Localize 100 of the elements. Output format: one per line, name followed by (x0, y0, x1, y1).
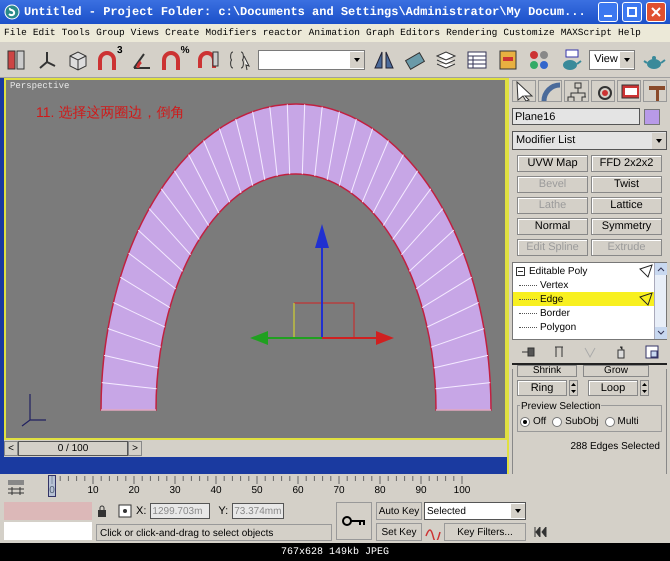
timeline-tick-label: 80 (374, 485, 386, 497)
scroll-up-icon[interactable] (655, 263, 667, 275)
close-icon (651, 7, 661, 17)
dropdown-value: View (594, 52, 618, 68)
time-slider-thumb[interactable]: 0 / 100 (18, 441, 128, 456)
timeline-tick-label: 50 (251, 485, 263, 497)
key-filters-button[interactable]: Key Filters... (444, 523, 526, 541)
modifier-button[interactable]: Twist (591, 176, 662, 193)
set-key-mode-button[interactable] (336, 502, 372, 540)
command-panel-tab[interactable] (512, 80, 536, 102)
lock-icon[interactable] (96, 504, 108, 518)
time-slider-next-button[interactable]: > (128, 441, 142, 456)
stack-sub-item[interactable]: Vertex (513, 278, 654, 292)
menu-item[interactable]: Create (165, 26, 200, 40)
minimize-icon (604, 15, 612, 17)
modifier-button[interactable]: Symmetry (591, 218, 662, 235)
timeline-tick-label: 0 (49, 485, 55, 497)
app-icon (4, 4, 20, 20)
timeline-tick-label: 30 (169, 485, 181, 497)
modifier-button[interactable]: Lattice (591, 197, 662, 214)
set-key-button[interactable]: Set Key (376, 523, 422, 541)
menu-item[interactable]: Graph Editors (366, 26, 440, 40)
timeline-tick-label: 60 (292, 485, 304, 497)
radio-option[interactable]: SubObj (552, 414, 599, 429)
time-slider-prev-button[interactable]: < (4, 441, 18, 456)
configure-sets-icon[interactable] (644, 344, 660, 360)
snap-mark: % (180, 46, 190, 56)
modifier-button[interactable]: FFD 2x2x2 (591, 155, 662, 172)
stack-sub-item[interactable]: Polygon (513, 320, 654, 334)
menu-item[interactable]: Rendering (446, 26, 498, 40)
triangle-icon[interactable] (638, 263, 654, 279)
spinner-icon[interactable] (569, 380, 578, 396)
axis-tripod-drawing (21, 393, 47, 427)
scroll-down-icon[interactable] (655, 327, 667, 339)
snap-mark: 3 (117, 46, 123, 56)
menu-item[interactable]: Modifiers (205, 26, 257, 40)
track-bar-toggle-icon[interactable] (6, 479, 26, 495)
command-panel-tab[interactable] (564, 80, 589, 102)
radio-option[interactable]: Off (520, 414, 546, 429)
timeline-tick-label: 100 (454, 485, 470, 497)
menu-item[interactable]: reactor (262, 26, 303, 40)
reference-coordinate-dropdown[interactable]: View (589, 50, 635, 70)
tutorial-caption: 11. 选择这两圈边，倒角 (36, 103, 184, 122)
triangle-icon[interactable] (638, 291, 654, 307)
grow-button[interactable]: Grow (583, 365, 649, 377)
menu-item[interactable]: Tools (62, 26, 90, 40)
maximize-icon (627, 7, 637, 17)
spinner-icon[interactable] (640, 380, 649, 396)
maxscript-input-field[interactable] (4, 522, 92, 540)
menu-item[interactable]: Customize (503, 26, 555, 40)
curved-arc-icon (540, 81, 560, 101)
stack-item[interactable]: Editable Poly (513, 264, 654, 278)
menu-item[interactable]: Group (96, 26, 125, 40)
stack-item-label: Border (540, 306, 572, 320)
menu-item[interactable]: MAXScript (560, 26, 612, 40)
stack-item-label: Editable Poly (529, 264, 588, 278)
key-icon (342, 515, 366, 527)
menu-item[interactable]: Animation (308, 26, 360, 40)
selection-status-text: 288 Edges Selected (569, 440, 661, 454)
stack-sub-item[interactable]: Border (513, 306, 654, 320)
minimize-button[interactable] (598, 2, 618, 22)
image-info-caption: 767x628 149kb JPEG (280, 546, 390, 560)
window-title: Untitled - Project Folder: c:\Documents and Settings\Administrator\My Docum... (24, 4, 587, 21)
command-panel-tab[interactable] (590, 80, 615, 102)
selection-set-dropdown[interactable] (258, 50, 366, 70)
y-label: Y: (218, 504, 228, 519)
timeline-tick-label: 70 (333, 485, 345, 497)
collapse-icon[interactable] (516, 266, 525, 276)
auto-key-button[interactable]: Auto Key (376, 502, 422, 520)
timeline-tick-label: 10 (87, 485, 99, 497)
hierarchy-icon (566, 81, 586, 101)
key-mode-dropdown[interactable]: Selected (424, 502, 526, 520)
go-to-start-icon[interactable] (534, 527, 548, 537)
time-marker[interactable] (48, 475, 56, 497)
shrink-button[interactable]: Shrink (517, 365, 577, 377)
stack-item-label: Polygon (540, 320, 578, 334)
object-color-swatch[interactable] (644, 108, 660, 124)
ring-button[interactable]: Ring (517, 380, 567, 396)
maxscript-listener-field[interactable] (4, 502, 92, 520)
modifier-stack-list[interactable]: Editable Poly Vertex Edge Border Polygon (512, 262, 667, 340)
menu-item[interactable]: Views (130, 26, 160, 40)
timeline-ruler[interactable]: 0 10 20 30 40 50 60 70 80 90 100 (46, 475, 476, 499)
menu-item[interactable]: File (4, 26, 27, 40)
menu-item[interactable]: Help (618, 26, 641, 40)
close-button[interactable] (646, 2, 666, 22)
radio-option[interactable]: Multi (604, 414, 639, 429)
menu-item[interactable]: Edit (32, 26, 56, 40)
object-name-field[interactable]: Plane16 (512, 108, 640, 125)
command-panel-tab[interactable] (616, 80, 641, 102)
dropdown-value: Modifier List (516, 133, 576, 148)
modifier-button[interactable]: Normal (517, 218, 588, 235)
maximize-button[interactable] (622, 2, 642, 22)
timeline-tick-label: 90 (415, 485, 427, 497)
scrollbar[interactable] (654, 263, 666, 339)
stack-sub-item[interactable]: Edge (513, 292, 654, 306)
timeline-tick-label: 20 (128, 485, 140, 497)
loop-button[interactable]: Loop (588, 380, 638, 396)
modifier-button[interactable]: UVW Map (517, 155, 588, 172)
absolute-mode-icon[interactable] (118, 504, 132, 518)
modifier-list-dropdown[interactable]: Modifier List (512, 131, 667, 150)
